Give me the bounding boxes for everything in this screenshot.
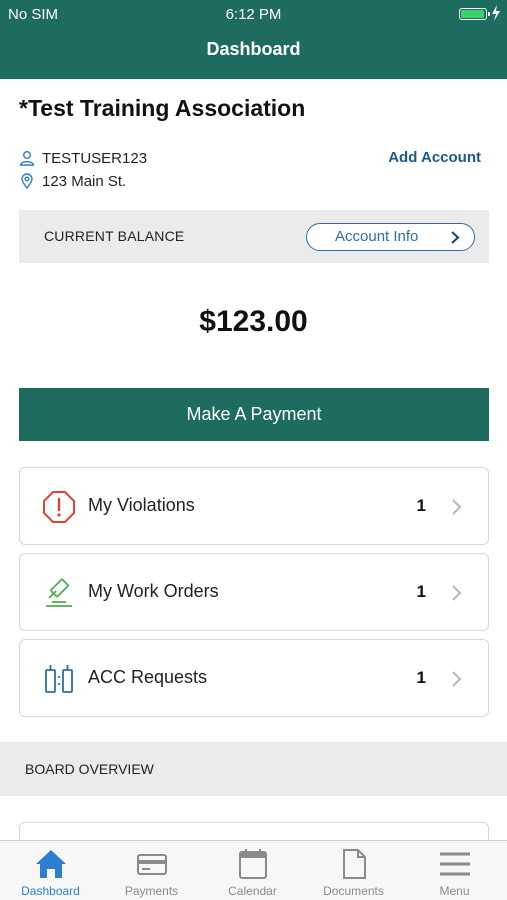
top-bar: No SIM 6:12 PM Dashboard: [0, 0, 507, 79]
tab-label: Calendar: [228, 884, 277, 898]
charging-bolt-icon: [492, 5, 500, 21]
tab-calendar[interactable]: Calendar: [202, 841, 303, 900]
tab-payments[interactable]: Payments: [101, 841, 202, 900]
acc-request-icon: [45, 665, 73, 693]
acc-requests-card[interactable]: ACC Requests 1: [19, 639, 489, 717]
user-icon: [19, 151, 35, 166]
account-info-button[interactable]: Account Info: [306, 223, 475, 251]
chevron-right-icon: [452, 585, 462, 601]
work-order-icon: [46, 578, 72, 607]
home-icon: [36, 850, 66, 878]
make-payment-button[interactable]: Make A Payment: [19, 388, 489, 441]
tab-menu[interactable]: Menu: [404, 841, 505, 900]
violation-octagon-icon: [43, 491, 75, 523]
username-line: TESTUSER123: [19, 148, 147, 168]
card-label: My Work Orders: [88, 581, 219, 601]
tab-label: Dashboard: [21, 884, 80, 898]
tab-label: Payments: [124, 884, 179, 898]
calendar-icon: [239, 849, 267, 879]
board-overview-header: BOARD OVERVIEW: [0, 742, 507, 796]
battery-fill: [461, 10, 484, 18]
hamburger-menu-icon: [440, 852, 470, 876]
balance-bar: CURRENT BALANCE Account Info: [19, 210, 489, 263]
work-orders-card[interactable]: My Work Orders 1: [19, 553, 489, 631]
card-label: ACC Requests: [88, 667, 208, 687]
chevron-right-icon: [451, 231, 460, 244]
credit-card-icon: [137, 854, 167, 875]
chevron-right-icon: [452, 499, 462, 515]
tab-documents[interactable]: Documents: [303, 841, 404, 900]
current-balance-label: CURRENT BALANCE: [44, 228, 185, 244]
violations-card[interactable]: My Violations 1: [19, 467, 489, 545]
card-label: My Violations: [88, 495, 195, 515]
nav-title: Dashboard: [206, 39, 301, 59]
association-name: *Test Training Association: [19, 95, 306, 121]
chevron-right-icon: [452, 671, 462, 687]
tab-label: Documents: [323, 884, 384, 898]
add-account-link[interactable]: Add Account: [388, 149, 481, 166]
card-count: 1: [416, 668, 426, 687]
tab-dashboard[interactable]: Dashboard: [0, 841, 101, 900]
battery-icon: [459, 8, 490, 20]
tab-label: Menu: [439, 884, 470, 898]
tab-bar: Dashboard Payments Calendar Documents Me…: [0, 840, 507, 900]
status-bar: No SIM 6:12 PM: [0, 0, 507, 26]
document-icon: [343, 849, 366, 879]
address-text: 123 Main St.: [42, 172, 127, 190]
location-pin-icon: [21, 173, 33, 189]
address-line: 123 Main St.: [19, 171, 126, 191]
clock: 6:12 PM: [225, 6, 282, 23]
account-info-label: Account Info: [335, 228, 419, 245]
card-count: 1: [416, 496, 426, 515]
username-text: TESTUSER123: [42, 149, 148, 167]
board-overview-label: BOARD OVERVIEW: [25, 761, 154, 777]
card-count: 1: [416, 582, 426, 601]
balance-amount: $123.00: [199, 305, 308, 338]
